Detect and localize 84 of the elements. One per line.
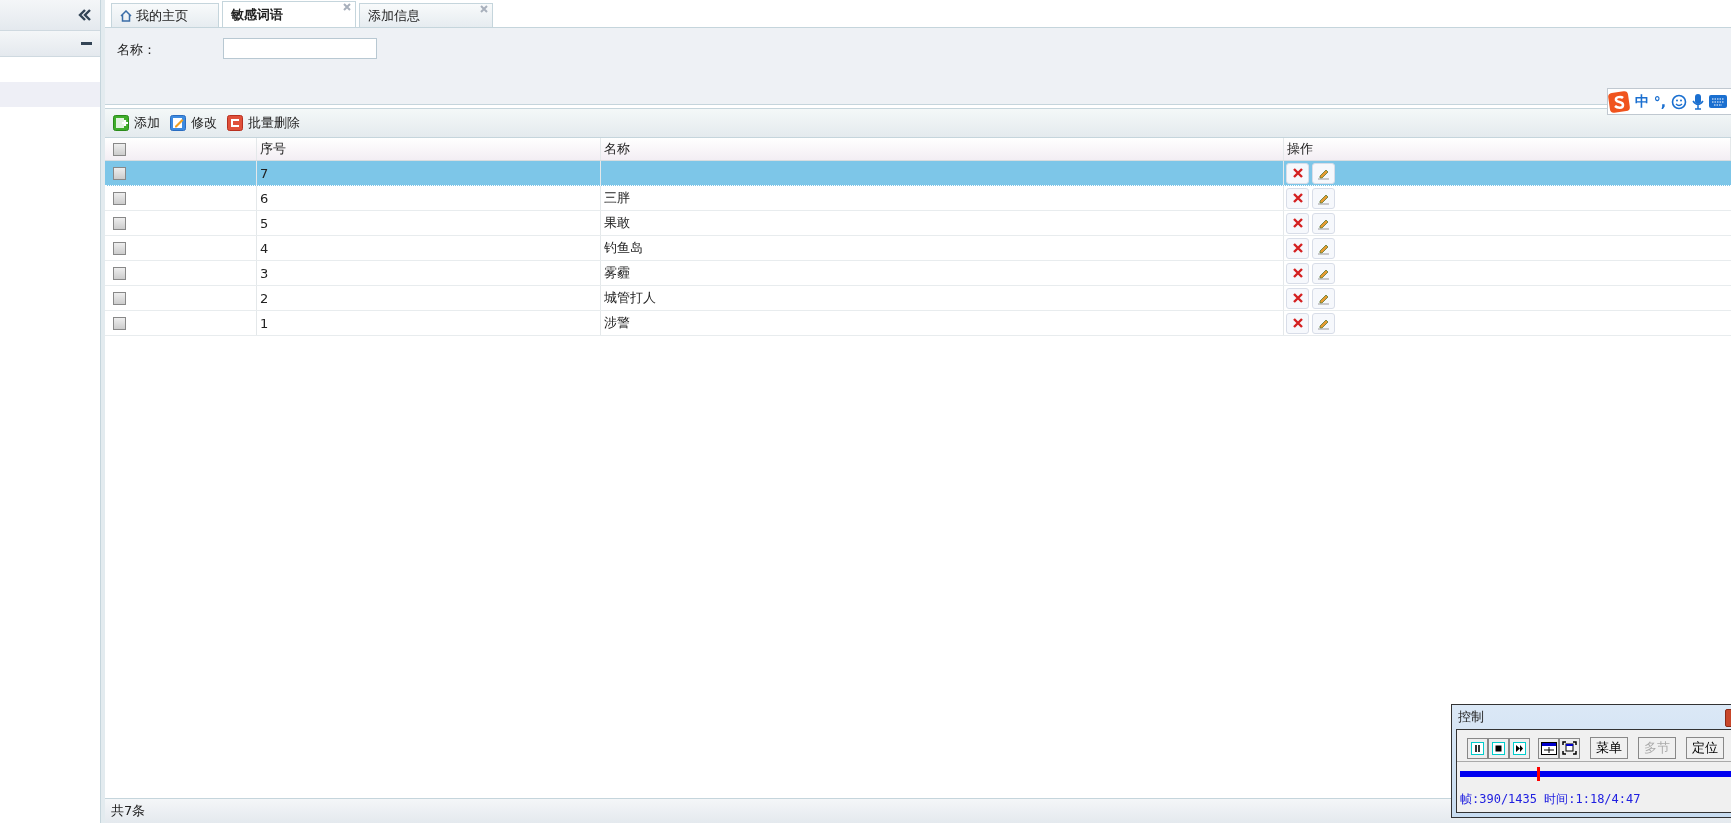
x-icon bbox=[1291, 267, 1304, 279]
home-icon bbox=[120, 9, 132, 22]
edit-button[interactable] bbox=[1312, 312, 1335, 334]
record-count: 共7条 bbox=[111, 802, 146, 820]
x-icon bbox=[1291, 292, 1304, 304]
table-cell: 钓鱼岛 bbox=[604, 239, 643, 257]
table-cell: 1 bbox=[260, 315, 269, 331]
x-icon bbox=[1291, 242, 1304, 254]
smiley-icon[interactable] bbox=[1671, 93, 1687, 110]
stop-button[interactable] bbox=[1488, 737, 1509, 759]
fullscreen-button[interactable] bbox=[1559, 737, 1580, 759]
table-row[interactable]: 2 城管打人 bbox=[105, 286, 1731, 311]
table-row[interactable]: 1 涉警 bbox=[105, 311, 1731, 336]
input-mode[interactable]: 中 bbox=[1634, 92, 1649, 111]
column-header: 操作 bbox=[1287, 140, 1313, 158]
select-all-checkbox[interactable] bbox=[113, 142, 126, 156]
row-checkbox[interactable] bbox=[113, 191, 126, 205]
edit-button[interactable]: 修改 bbox=[170, 114, 217, 132]
x-icon bbox=[1291, 167, 1304, 179]
delete-button[interactable] bbox=[1286, 237, 1309, 259]
add-button[interactable]: 添加 bbox=[113, 114, 160, 132]
microphone-icon[interactable] bbox=[1692, 93, 1704, 110]
playback-thumb[interactable] bbox=[1536, 767, 1540, 781]
delete-button[interactable] bbox=[1286, 187, 1309, 209]
row-checkbox[interactable] bbox=[113, 266, 126, 280]
delete-button[interactable] bbox=[1286, 262, 1309, 284]
next-button[interactable] bbox=[1509, 737, 1530, 759]
table-cell: 城管打人 bbox=[604, 289, 656, 307]
table-cell: 涉警 bbox=[604, 314, 630, 332]
delete-icon bbox=[227, 115, 243, 131]
window-title: 控制 bbox=[1458, 708, 1484, 726]
row-checkbox[interactable] bbox=[113, 291, 126, 305]
x-icon bbox=[1291, 317, 1304, 329]
edit-button[interactable] bbox=[1312, 212, 1335, 234]
table-cell: 5 bbox=[260, 215, 269, 231]
x-icon bbox=[1291, 192, 1304, 204]
close-icon[interactable] bbox=[343, 3, 351, 11]
delete-button[interactable] bbox=[1286, 287, 1309, 309]
table-row[interactable]: 5 果敢 bbox=[105, 211, 1731, 236]
tab[interactable]: 敏感词语 bbox=[222, 1, 356, 27]
delete-button[interactable]: 批量删除 bbox=[227, 114, 300, 132]
edit-button[interactable] bbox=[1312, 287, 1335, 309]
column-header: 名称 bbox=[604, 140, 630, 158]
add-icon bbox=[113, 115, 129, 131]
table-cell: 三胖 bbox=[604, 189, 630, 207]
table-row[interactable]: 3 雾霾 bbox=[105, 261, 1731, 286]
control-button[interactable]: 定位 bbox=[1686, 737, 1724, 759]
delete-button[interactable] bbox=[1286, 162, 1309, 184]
keyboard-icon[interactable] bbox=[1709, 95, 1727, 108]
table-row[interactable]: 4 钓鱼岛 bbox=[105, 236, 1731, 261]
control-button[interactable]: 菜单 bbox=[1590, 737, 1628, 759]
row-checkbox[interactable] bbox=[113, 316, 126, 330]
row-checkbox[interactable] bbox=[113, 216, 126, 230]
punctuation-mode[interactable]: °, bbox=[1653, 93, 1666, 110]
ime-logo-icon[interactable] bbox=[1607, 90, 1630, 113]
edit-icon bbox=[170, 115, 186, 131]
edit-button[interactable] bbox=[1312, 187, 1335, 209]
table-cell: 6 bbox=[260, 190, 269, 206]
table-row[interactable]: 6 三胖 bbox=[105, 186, 1731, 211]
close-icon[interactable] bbox=[480, 5, 488, 13]
delete-button[interactable] bbox=[1286, 212, 1309, 234]
delete-button[interactable] bbox=[1286, 312, 1309, 334]
row-checkbox[interactable] bbox=[113, 166, 126, 180]
table-cell: 雾霾 bbox=[604, 264, 630, 282]
table-cell: 7 bbox=[260, 165, 269, 181]
tab[interactable]: 添加信息 bbox=[359, 3, 493, 27]
collapse-icon[interactable] bbox=[78, 9, 92, 21]
pause-button[interactable] bbox=[1467, 737, 1488, 759]
edit-button[interactable] bbox=[1312, 262, 1335, 284]
edit-button[interactable] bbox=[1312, 162, 1335, 184]
table-row[interactable]: 7 bbox=[105, 161, 1731, 186]
column-header: 序号 bbox=[260, 140, 286, 158]
window-view-button[interactable] bbox=[1538, 737, 1559, 759]
playback-status: 帧:390/1435 时间:1:18/4:47 bbox=[1459, 791, 1642, 808]
field-label: 名称： bbox=[117, 41, 157, 59]
table-cell: 2 bbox=[260, 290, 269, 306]
x-icon bbox=[1291, 217, 1304, 229]
table-cell: 果敢 bbox=[604, 214, 630, 232]
name-field[interactable] bbox=[223, 38, 377, 59]
edit-button[interactable] bbox=[1312, 237, 1335, 259]
row-checkbox[interactable] bbox=[113, 241, 126, 255]
table-cell: 4 bbox=[260, 240, 269, 256]
tab[interactable]: 我的主页 bbox=[111, 3, 219, 27]
table-cell: 3 bbox=[260, 265, 269, 281]
